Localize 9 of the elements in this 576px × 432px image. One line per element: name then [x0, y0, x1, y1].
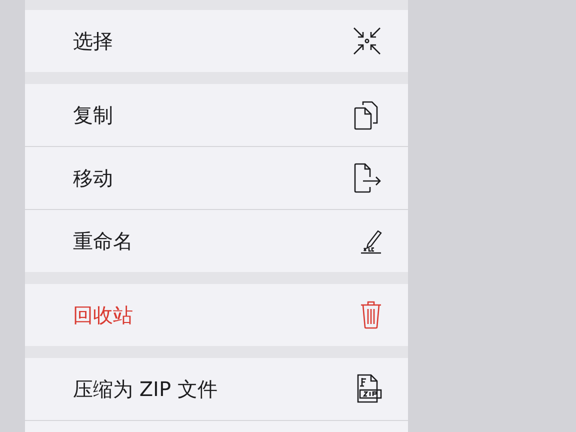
zip-file-icon [356, 374, 382, 404]
menu-item[interactable]: 选择 [25, 10, 408, 72]
menu-item[interactable]: 复制 [25, 84, 408, 146]
menu-item[interactable]: 移动 [25, 147, 408, 209]
menu-item[interactable]: 重命名 [25, 210, 408, 272]
trash-icon [360, 300, 382, 330]
menu-item[interactable]: 回收站 [25, 284, 408, 346]
collapse-arrows-icon [352, 26, 382, 56]
document-arrow-icon [354, 163, 382, 193]
